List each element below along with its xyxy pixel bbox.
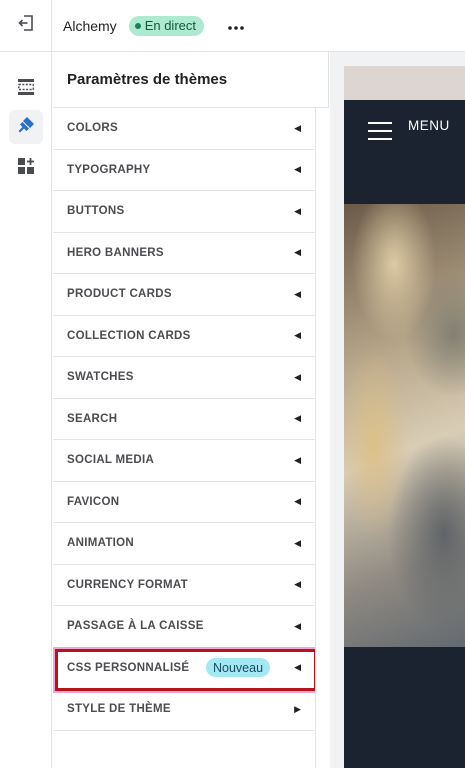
settings-item-label: CSS PERSONNALISÉ bbox=[67, 661, 190, 674]
sections-icon bbox=[17, 78, 35, 101]
app-blocks-icon bbox=[17, 157, 35, 180]
settings-item-colors[interactable]: COLORS ◀ bbox=[53, 108, 315, 150]
settings-item-typography[interactable]: TYPOGRAPHY ◀ bbox=[53, 150, 315, 191]
top-bar: Alchemy En direct bbox=[0, 0, 465, 52]
theme-name: Alchemy bbox=[63, 17, 117, 34]
settings-list: COLORS ◀ TYPOGRAPHY ◀ BUTTONS ◀ HERO BAN… bbox=[53, 108, 317, 731]
preview-hero-image bbox=[344, 204, 465, 647]
exit-button[interactable] bbox=[0, 0, 52, 52]
theme-settings-brush-icon bbox=[16, 115, 36, 140]
hamburger-menu-icon[interactable] bbox=[368, 122, 392, 146]
chevron-left-icon: ◀ bbox=[294, 537, 301, 548]
settings-item-label: SEARCH bbox=[67, 412, 118, 425]
more-actions-button[interactable] bbox=[228, 17, 244, 35]
side-rail bbox=[0, 52, 52, 768]
settings-item-label: PASSAGE À LA CAISSE bbox=[67, 620, 204, 633]
settings-item-label: BUTTONS bbox=[67, 205, 125, 218]
preview-menu-label[interactable]: MENU bbox=[408, 118, 450, 133]
chevron-left-icon: ◀ bbox=[294, 496, 301, 507]
settings-item-social-media[interactable]: SOCIAL MEDIA ◀ bbox=[53, 440, 315, 482]
settings-item-favicon[interactable]: FAVICON ◀ bbox=[53, 482, 315, 523]
status-badge: En direct bbox=[128, 15, 204, 36]
preview-header bbox=[344, 100, 465, 204]
settings-item-buttons[interactable]: BUTTONS ◀ bbox=[53, 191, 315, 233]
settings-item-animation[interactable]: ANIMATION ◀ bbox=[53, 523, 315, 565]
theme-settings-panel: Paramètres de thèmes COLORS ◀ TYPOGRAPHY… bbox=[53, 52, 329, 768]
settings-item-label: HERO BANNERS bbox=[67, 246, 164, 259]
settings-item-label: ANIMATION bbox=[67, 537, 135, 550]
panel-title: Paramètres de thèmes bbox=[53, 52, 328, 108]
settings-item-label: PRODUCT CARDS bbox=[67, 288, 172, 301]
chevron-right-icon: ▶ bbox=[294, 703, 301, 714]
chevron-left-icon: ◀ bbox=[294, 164, 301, 175]
panel-scrollbar[interactable] bbox=[315, 108, 329, 768]
rail-item-app-blocks[interactable] bbox=[9, 151, 43, 185]
settings-item-label: COLLECTION CARDS bbox=[67, 329, 191, 342]
chevron-left-icon: ◀ bbox=[294, 247, 301, 258]
chevron-left-icon: ◀ bbox=[294, 371, 301, 382]
chevron-left-icon: ◀ bbox=[294, 579, 301, 590]
preview-announcement-bar bbox=[344, 66, 465, 100]
settings-item-search[interactable]: SEARCH ◀ bbox=[53, 399, 315, 440]
settings-item-collection-cards[interactable]: COLLECTION CARDS ◀ bbox=[53, 316, 315, 357]
rail-item-theme-settings[interactable] bbox=[9, 110, 43, 144]
chevron-left-icon: ◀ bbox=[294, 413, 301, 424]
chevron-left-icon: ◀ bbox=[294, 662, 301, 673]
preview-dark-section bbox=[344, 647, 465, 768]
settings-item-currency-format[interactable]: CURRENCY FORMAT ◀ bbox=[53, 565, 315, 606]
settings-item-checkout[interactable]: PASSAGE À LA CAISSE ◀ bbox=[53, 606, 315, 648]
status-dot bbox=[134, 22, 141, 29]
exit-icon bbox=[17, 14, 35, 37]
settings-item-label: TYPOGRAPHY bbox=[67, 163, 151, 176]
settings-item-swatches[interactable]: SWATCHES ◀ bbox=[53, 357, 315, 399]
store-preview: MENU bbox=[330, 52, 465, 768]
rail-item-sections[interactable] bbox=[9, 72, 43, 106]
settings-item-label: STYLE DE THÈME bbox=[67, 703, 171, 716]
settings-item-label: SOCIAL MEDIA bbox=[67, 454, 155, 467]
chevron-left-icon: ◀ bbox=[294, 122, 301, 133]
chevron-left-icon: ◀ bbox=[294, 330, 301, 341]
more-horizontal-icon bbox=[228, 17, 244, 35]
settings-item-product-cards[interactable]: PRODUCT CARDS ◀ bbox=[53, 274, 315, 316]
chevron-left-icon: ◀ bbox=[294, 620, 301, 631]
settings-item-label: FAVICON bbox=[67, 495, 120, 508]
settings-item-hero-banners[interactable]: HERO BANNERS ◀ bbox=[53, 233, 315, 274]
settings-item-theme-style[interactable]: STYLE DE THÈME ▶ bbox=[53, 689, 315, 731]
settings-item-custom-css[interactable]: CSS PERSONNALISÉ Nouveau ◀ bbox=[53, 648, 317, 691]
settings-item-label: CURRENCY FORMAT bbox=[67, 578, 188, 591]
settings-item-label: SWATCHES bbox=[67, 371, 134, 384]
chevron-left-icon: ◀ bbox=[294, 288, 301, 299]
new-badge: Nouveau bbox=[206, 658, 271, 678]
chevron-left-icon: ◀ bbox=[294, 454, 301, 465]
settings-item-label: COLORS bbox=[67, 122, 118, 135]
status-badge-label: En direct bbox=[144, 18, 196, 33]
chevron-left-icon: ◀ bbox=[294, 205, 301, 216]
